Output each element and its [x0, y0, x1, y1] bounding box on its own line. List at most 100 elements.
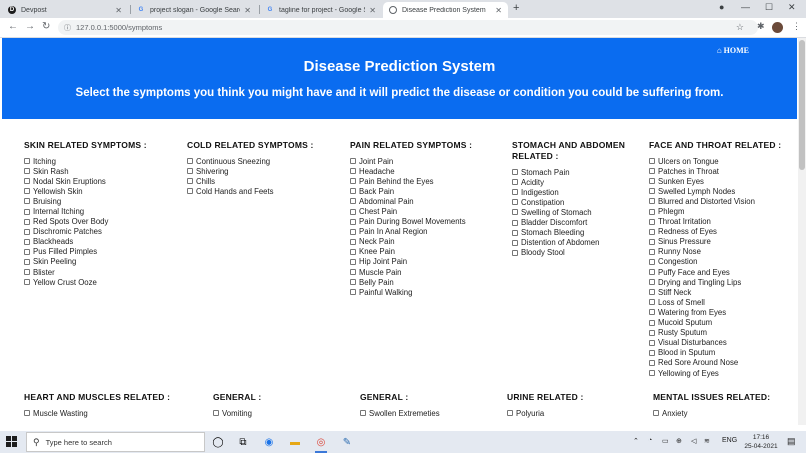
speaker-icon[interactable]: ◁	[691, 437, 696, 445]
tab-tagline-for-project[interactable]: G tagline for project - Google Sear ✕	[260, 2, 382, 18]
symptom-option[interactable]: Pain In Anal Region	[350, 227, 472, 237]
new-tab-button[interactable]: +	[513, 2, 519, 14]
symptom-option[interactable]: Bloody Stool	[512, 248, 630, 258]
clock[interactable]: 17:16 25-04-2021	[741, 433, 781, 451]
symptom-checkbox[interactable]	[24, 208, 30, 215]
symptom-checkbox[interactable]	[360, 410, 366, 417]
symptom-checkbox[interactable]	[24, 410, 30, 417]
symptom-checkbox[interactable]	[512, 209, 518, 216]
symptom-option[interactable]: Ulcers on Tongue	[649, 156, 781, 166]
symptom-option[interactable]: Painful Walking	[350, 287, 472, 297]
cortana-icon[interactable]: ◯	[211, 435, 225, 449]
symptom-option[interactable]: Polyuria	[507, 408, 584, 418]
symptom-checkbox[interactable]	[649, 188, 655, 195]
forward-button[interactable]: →	[25, 21, 35, 32]
symptom-checkbox[interactable]	[512, 169, 518, 176]
close-tab-icon[interactable]: ✕	[369, 6, 376, 15]
symptom-option[interactable]: Stiff Neck	[649, 287, 781, 297]
symptom-checkbox[interactable]	[512, 189, 518, 196]
back-button[interactable]: ←	[8, 21, 18, 32]
symptom-checkbox[interactable]	[24, 238, 30, 245]
symptom-option[interactable]: Patches in Throat	[649, 166, 781, 176]
symptom-checkbox[interactable]	[350, 208, 356, 215]
info-icon[interactable]: ⓘ	[64, 23, 71, 33]
symptom-option[interactable]: Pus Filled Pimples	[24, 247, 147, 257]
symptom-option[interactable]: Shivering	[187, 166, 314, 176]
symptom-option[interactable]: Pain Behind the Eyes	[350, 176, 472, 186]
symptom-checkbox[interactable]	[24, 228, 30, 235]
symptom-option[interactable]: Stomach Pain	[512, 167, 630, 177]
close-tab-icon[interactable]: ✕	[495, 6, 502, 15]
chevron-up-icon[interactable]: ⌃	[633, 437, 639, 445]
symptom-checkbox[interactable]	[350, 248, 356, 255]
symptom-option[interactable]: Acidity	[512, 177, 630, 187]
symptom-checkbox[interactable]	[24, 248, 30, 255]
symptom-option[interactable]: Blurred and Distorted Vision	[649, 196, 781, 206]
symptom-checkbox[interactable]	[649, 158, 655, 165]
symptom-checkbox[interactable]	[24, 279, 30, 286]
symptom-checkbox[interactable]	[213, 410, 219, 417]
symptom-option[interactable]: Yellowing of Eyes	[649, 368, 781, 378]
maximize-button[interactable]: ☐	[765, 2, 773, 13]
symptom-checkbox[interactable]	[649, 279, 655, 286]
symptom-checkbox[interactable]	[24, 188, 30, 195]
symptom-option[interactable]: Yellowish Skin	[24, 186, 147, 196]
record-icon[interactable]: ●	[719, 2, 724, 12]
tray-app-icon[interactable]: ⊕	[676, 437, 682, 445]
profile-avatar[interactable]	[772, 22, 783, 33]
bookmark-star-icon[interactable]: ☆	[736, 22, 744, 33]
network-icon[interactable]: ◔	[648, 437, 652, 444]
symptom-checkbox[interactable]	[24, 178, 30, 185]
symptom-option[interactable]: Knee Pain	[350, 247, 472, 257]
symptom-option[interactable]: Continuous Sneezing	[187, 156, 314, 166]
symptom-option[interactable]: Dischromic Patches	[24, 227, 147, 237]
symptom-checkbox[interactable]	[24, 269, 30, 276]
symptom-checkbox[interactable]	[350, 238, 356, 245]
symptom-checkbox[interactable]	[649, 370, 655, 377]
wifi-icon[interactable]: ≋	[704, 437, 710, 445]
symptom-option[interactable]: Red Sore Around Nose	[649, 358, 781, 368]
symptom-checkbox[interactable]	[649, 178, 655, 185]
symptom-checkbox[interactable]	[350, 158, 356, 165]
symptom-option[interactable]: Bladder Discomfort	[512, 217, 630, 227]
symptom-option[interactable]: Anxiety	[653, 408, 770, 418]
symptom-option[interactable]: Nodal Skin Eruptions	[24, 176, 147, 186]
notifications-icon[interactable]: ▤	[787, 436, 796, 447]
symptom-checkbox[interactable]	[24, 258, 30, 265]
edge-icon[interactable]: ◉	[262, 435, 276, 449]
python-idle-icon[interactable]: ✎	[340, 435, 354, 449]
symptom-option[interactable]: Vomiting	[213, 408, 261, 418]
symptom-option[interactable]: Neck Pain	[350, 237, 472, 247]
symptom-option[interactable]: Swelling of Stomach	[512, 207, 630, 217]
file-explorer-icon[interactable]: ▬	[288, 435, 302, 449]
symptom-option[interactable]: Phlegm	[649, 206, 781, 216]
symptom-option[interactable]: Chills	[187, 176, 314, 186]
symptom-option[interactable]: Belly Pain	[350, 277, 472, 287]
symptom-checkbox[interactable]	[512, 249, 518, 256]
symptom-checkbox[interactable]	[24, 158, 30, 165]
address-bar[interactable]: ⓘ 127.0.0.1:5000/symptoms ☆	[58, 20, 758, 35]
chrome-icon[interactable]: ◎	[314, 435, 328, 453]
symptom-checkbox[interactable]	[24, 168, 30, 175]
symptom-option[interactable]: Indigestion	[512, 187, 630, 197]
battery-icon[interactable]: ▭	[662, 437, 669, 445]
symptom-checkbox[interactable]	[24, 198, 30, 205]
symptom-checkbox[interactable]	[512, 179, 518, 186]
symptom-option[interactable]: Itching	[24, 156, 147, 166]
symptom-checkbox[interactable]	[24, 218, 30, 225]
symptom-option[interactable]: Drying and Tingling Lips	[649, 277, 781, 287]
symptom-checkbox[interactable]	[649, 248, 655, 255]
symptom-checkbox[interactable]	[649, 168, 655, 175]
symptom-checkbox[interactable]	[653, 410, 659, 417]
symptom-option[interactable]: Mucoid Sputum	[649, 318, 781, 328]
symptom-option[interactable]: Watering from Eyes	[649, 307, 781, 317]
symptom-option[interactable]: Throat Irritation	[649, 217, 781, 227]
symptom-option[interactable]: Skin Peeling	[24, 257, 147, 267]
tab-devpost[interactable]: D Devpost ✕	[2, 2, 128, 18]
symptom-option[interactable]: Skin Rash	[24, 166, 147, 176]
symptom-option[interactable]: Internal Itching	[24, 206, 147, 216]
symptom-option[interactable]: Congestion	[649, 257, 781, 267]
symptom-checkbox[interactable]	[187, 158, 193, 165]
scrollbar-thumb[interactable]	[799, 40, 805, 170]
symptom-option[interactable]: Stomach Bleeding	[512, 228, 630, 238]
